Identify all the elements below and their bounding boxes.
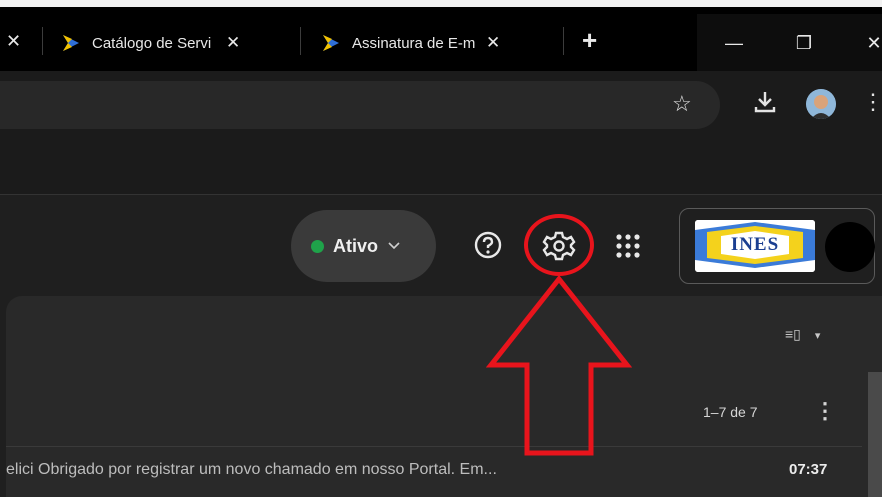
screenshot-frame: ✕ Catálogo de Servi ✕ Assinatura de E-m … bbox=[0, 0, 882, 497]
account-avatar[interactable] bbox=[825, 222, 875, 272]
mail-list-panel: ≡▯ ▾ 1–7 de 7 ⋮ elici Obrigado por regist… bbox=[6, 296, 882, 497]
tab-separator bbox=[300, 27, 301, 55]
caret-down-icon: ▾ bbox=[814, 330, 821, 342]
tab-assinatura[interactable]: Assinatura de E-m ✕ bbox=[320, 21, 500, 65]
status-dot-icon bbox=[311, 239, 324, 253]
portal-favicon-icon bbox=[320, 32, 342, 54]
top-edge bbox=[0, 0, 882, 7]
star-icon[interactable]: ☆ bbox=[672, 91, 692, 117]
account-switcher[interactable]: INES bbox=[679, 208, 875, 284]
logo-text: INES bbox=[730, 234, 780, 255]
up-arrow-annotation-icon bbox=[485, 274, 633, 461]
tab-close-button[interactable]: ✕ bbox=[486, 33, 500, 53]
tab-close-button[interactable]: ✕ bbox=[226, 33, 240, 53]
address-bar[interactable] bbox=[0, 81, 720, 129]
window-close-button[interactable]: ✕ bbox=[845, 21, 882, 65]
browser-menu-icon[interactable]: ⋮ bbox=[862, 89, 882, 115]
pagination-label: 1–7 de 7 bbox=[703, 404, 758, 420]
email-time: 07:37 bbox=[789, 461, 828, 478]
partial-tab-close-button[interactable]: ✕ bbox=[6, 31, 21, 52]
tab-label: Catálogo de Servi bbox=[92, 34, 212, 52]
profile-avatar[interactable] bbox=[806, 89, 836, 119]
gmail-header: Ativo INES bbox=[0, 196, 882, 296]
tab-strip: ✕ Catálogo de Servi ✕ Assinatura de E-m … bbox=[0, 7, 882, 78]
density-icon: ≡▯ bbox=[785, 326, 801, 342]
tab-label: Assinatura de E-m bbox=[352, 34, 476, 52]
tab-separator bbox=[42, 27, 43, 55]
help-icon[interactable] bbox=[473, 230, 503, 260]
status-label: Ativo bbox=[333, 235, 378, 256]
tab-separator bbox=[563, 27, 564, 55]
status-selector[interactable]: Ativo bbox=[291, 210, 436, 282]
email-snippet: elici Obrigado por registrar um novo cha… bbox=[6, 461, 497, 478]
toolbar: ☆ ⋮ bbox=[0, 71, 882, 137]
bookmarks-bar bbox=[0, 137, 882, 195]
portal-favicon-icon bbox=[60, 32, 82, 54]
list-item[interactable]: elici Obrigado por registrar um novo cha… bbox=[6, 447, 868, 497]
highlight-circle bbox=[524, 214, 594, 276]
restore-button[interactable]: ❐ bbox=[775, 21, 833, 65]
minimize-button[interactable]: — bbox=[705, 21, 763, 65]
chevron-down-icon bbox=[388, 239, 400, 253]
organization-logo: INES bbox=[695, 220, 815, 272]
tab-catalogo[interactable]: Catálogo de Servi ✕ bbox=[60, 21, 240, 65]
download-icon[interactable] bbox=[752, 89, 778, 120]
new-tab-button[interactable]: + bbox=[582, 25, 597, 56]
scrollbar[interactable] bbox=[868, 372, 882, 497]
apps-grid-icon[interactable] bbox=[614, 232, 642, 260]
more-options-icon[interactable]: ⋮ bbox=[814, 398, 836, 424]
density-toggle[interactable]: ≡▯ ▾ bbox=[785, 326, 820, 343]
